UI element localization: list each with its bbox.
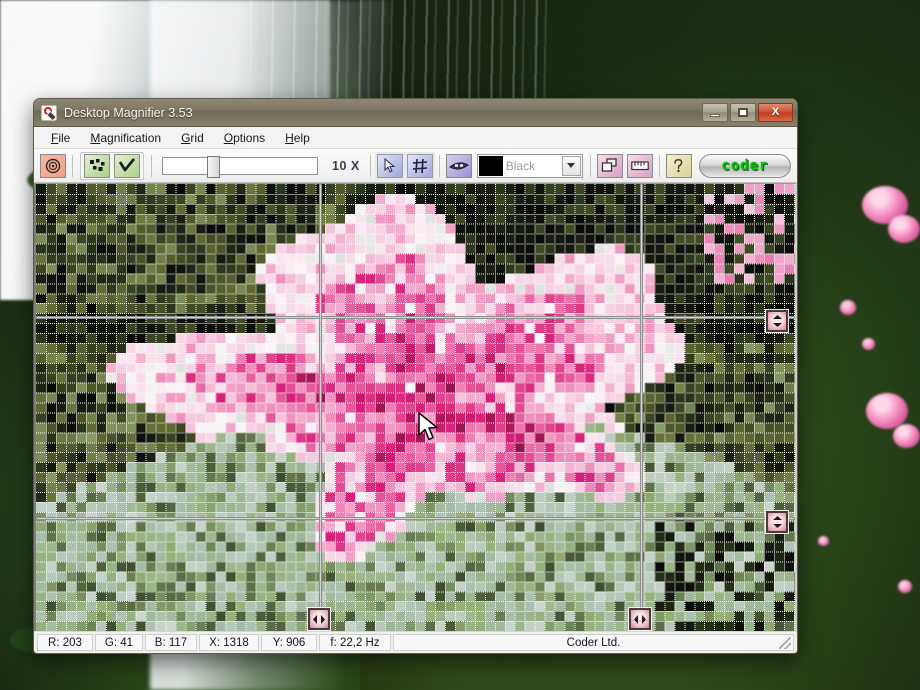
menu-magnification-label: agnification	[100, 130, 162, 145]
desktop-background: Desktop Magnifier 3.53 X File Magnificat…	[0, 0, 920, 690]
menu-options[interactable]: Options	[215, 128, 274, 148]
capture-target-icon[interactable]	[40, 153, 66, 178]
magnification-slider[interactable]: 10 X	[162, 155, 360, 178]
menu-magnification[interactable]: Magnification	[81, 128, 170, 148]
help-icon[interactable]	[665, 153, 692, 178]
show-grid-icon[interactable]	[406, 153, 433, 178]
guide-line-horizontal[interactable]	[36, 517, 795, 520]
slider-track[interactable]	[162, 155, 318, 178]
coder-brand-text: coder	[721, 157, 769, 174]
toolbar-separator	[589, 154, 591, 177]
menu-bar: File Magnification Grid Options Help	[34, 127, 797, 149]
color-swatch[interactable]	[478, 155, 503, 176]
status-bar: R: 203 G: 41 B: 117 X: 1318 Y: 906 f: 22…	[34, 631, 797, 653]
toolbar-separator	[369, 154, 371, 177]
frequency: f: 22,2 Hz	[319, 634, 391, 651]
sampling-group	[80, 151, 144, 180]
minimize-button[interactable]	[702, 103, 728, 122]
wallpaper-flower	[818, 536, 829, 546]
wallpaper-flower	[893, 424, 920, 448]
background-color-combo[interactable]: Black	[476, 153, 583, 178]
show-cursor-icon[interactable]	[376, 153, 403, 178]
green-value: G: 41	[95, 634, 143, 651]
ruler-measure-icon[interactable]	[626, 153, 653, 178]
toolbar-separator	[72, 154, 73, 177]
window-controls: X	[702, 103, 793, 122]
x-coordinate: X: 1318	[199, 634, 259, 651]
company-label: Coder Ltd.	[566, 636, 621, 649]
pixel-grid	[36, 184, 795, 631]
wallpaper-flower	[862, 338, 875, 350]
wallpaper-flower	[898, 580, 912, 593]
guide-handle-v-right[interactable]	[629, 608, 651, 630]
red-value: R: 203	[37, 634, 93, 651]
zoom-level-label: 10 X	[332, 158, 360, 173]
wallpaper-flower	[888, 215, 920, 243]
magnifier-canvas[interactable]	[34, 183, 797, 631]
menu-file-label: ile	[58, 130, 71, 145]
guide-handle-h-top[interactable]	[766, 310, 788, 332]
wallpaper-flower	[840, 300, 856, 315]
menu-options-label: ptions	[233, 130, 266, 145]
copy-windows-icon[interactable]	[596, 153, 623, 178]
color-name-label: Black	[505, 158, 536, 173]
guide-handle-v-left[interactable]	[308, 608, 330, 630]
menu-help-label: elp	[293, 130, 310, 145]
toolbar-separator	[658, 154, 660, 177]
menu-grid-label: rid	[190, 130, 204, 145]
y-coordinate: Y: 906	[261, 634, 317, 651]
app-window[interactable]: Desktop Magnifier 3.53 X File Magnificat…	[33, 98, 798, 654]
menu-help[interactable]: Help	[276, 128, 319, 148]
window-title: Desktop Magnifier 3.53	[64, 105, 193, 120]
menu-grid[interactable]: Grid	[172, 128, 213, 148]
close-icon: X	[771, 106, 780, 118]
magnifier-icon	[41, 104, 57, 121]
guide-handle-h-bottom[interactable]	[766, 511, 788, 533]
pixel-sample-icon[interactable]	[84, 153, 110, 178]
toolbar-separator	[151, 154, 152, 177]
resize-grip-icon[interactable]	[779, 637, 791, 649]
toolbar: 10 X Black coder	[34, 149, 797, 183]
chevron-down-icon[interactable]	[561, 155, 581, 176]
guide-line-vertical[interactable]	[319, 184, 322, 631]
close-button[interactable]: X	[758, 103, 793, 122]
blue-value: B: 117	[145, 634, 197, 651]
guide-line-horizontal[interactable]	[36, 316, 795, 319]
maximize-button[interactable]	[730, 103, 756, 122]
guide-line-vertical[interactable]	[640, 184, 643, 631]
title-bar[interactable]: Desktop Magnifier 3.53 X	[34, 99, 797, 127]
coder-logo: coder	[699, 153, 791, 178]
apply-check-icon[interactable]	[114, 153, 140, 178]
slider-thumb[interactable]	[207, 155, 220, 178]
toolbar-separator	[438, 154, 440, 177]
lens-mode-icon[interactable]	[445, 153, 472, 178]
menu-file[interactable]: File	[42, 128, 79, 148]
company-label-cell: Coder Ltd.	[393, 634, 794, 651]
